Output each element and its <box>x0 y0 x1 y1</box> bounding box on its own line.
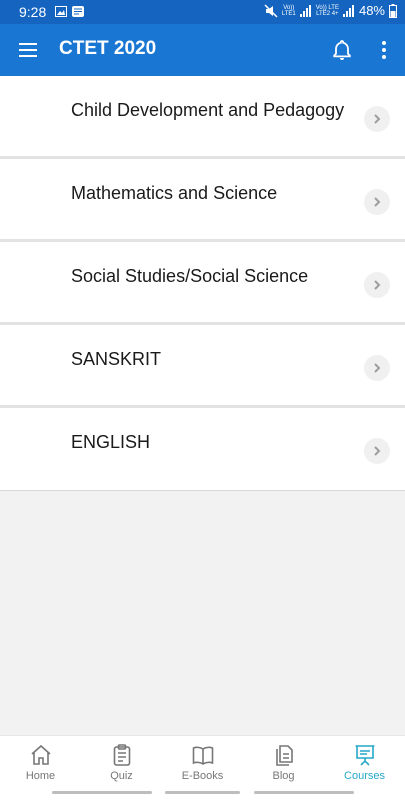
more-vert-icon[interactable] <box>372 38 396 62</box>
chevron-right-icon <box>364 106 390 132</box>
gesture-handle[interactable] <box>52 791 152 794</box>
nav-label: Blog <box>272 770 295 782</box>
nav-courses[interactable]: Courses <box>324 736 405 788</box>
nav-home[interactable]: Home <box>0 736 81 788</box>
gesture-bar <box>0 788 405 800</box>
battery-icon <box>389 3 397 18</box>
chevron-right-icon <box>364 272 390 298</box>
home-icon <box>30 744 51 765</box>
chevron-right-icon <box>364 355 390 381</box>
blog-document-icon <box>275 745 293 766</box>
course-item[interactable]: Social Studies/Social Science <box>0 242 405 325</box>
gesture-handle[interactable] <box>165 791 240 794</box>
course-item[interactable]: Mathematics and Science <box>0 159 405 242</box>
message-icon <box>72 6 84 17</box>
app-bar: CTET 2020 <box>0 24 405 76</box>
chevron-right-icon <box>364 438 390 464</box>
nav-ebooks[interactable]: E-Books <box>162 736 243 788</box>
gesture-handle[interactable] <box>254 791 354 794</box>
mute-icon <box>264 3 278 18</box>
book-icon <box>192 746 213 765</box>
nav-blog[interactable]: Blog <box>243 736 324 788</box>
page-title: CTET 2020 <box>59 38 157 59</box>
course-item[interactable]: ENGLISH <box>0 408 405 491</box>
course-label: ENGLISH <box>71 432 151 452</box>
courses-presentation-icon <box>355 745 374 766</box>
quiz-clipboard-icon <box>113 744 130 766</box>
bell-icon[interactable] <box>330 38 354 62</box>
nav-label: E-Books <box>181 770 224 782</box>
status-bar: 9:28 Vo)) LTE1 Vo)) LTE LTE2 4+ 48% <box>0 0 405 24</box>
sim2-network: Vo)) LTE LTE2 4+ <box>315 4 339 17</box>
chevron-right-icon <box>364 189 390 215</box>
nav-quiz[interactable]: Quiz <box>81 736 162 788</box>
course-label: Social Studies/Social Science <box>71 266 309 286</box>
signal-icon <box>299 4 311 17</box>
course-item[interactable]: SANSKRIT <box>0 325 405 408</box>
gallery-icon <box>55 6 67 17</box>
status-left-icons <box>55 6 84 17</box>
nav-label: Quiz <box>110 770 133 782</box>
nav-label: Home <box>25 770 56 782</box>
course-label: Child Development and Pedagogy <box>71 100 345 120</box>
battery-percent: 48% <box>358 3 385 18</box>
menu-icon[interactable] <box>16 38 40 62</box>
course-label: Mathematics and Science <box>71 183 278 203</box>
nav-label: Courses <box>344 770 385 782</box>
course-item[interactable]: Child Development and Pedagogy <box>0 76 405 159</box>
course-list: Child Development and Pedagogy Mathemati… <box>0 76 405 491</box>
status-time: 9:28 <box>19 4 47 20</box>
signal-icon <box>342 4 354 17</box>
bottom-nav: Home Quiz E-Books Blog Courses <box>0 735 405 788</box>
sim1-network: Vo)) LTE1 <box>281 4 296 17</box>
course-label: SANSKRIT <box>71 349 162 369</box>
status-right-icons: Vo)) LTE1 Vo)) LTE LTE2 4+ 48% <box>264 3 397 18</box>
